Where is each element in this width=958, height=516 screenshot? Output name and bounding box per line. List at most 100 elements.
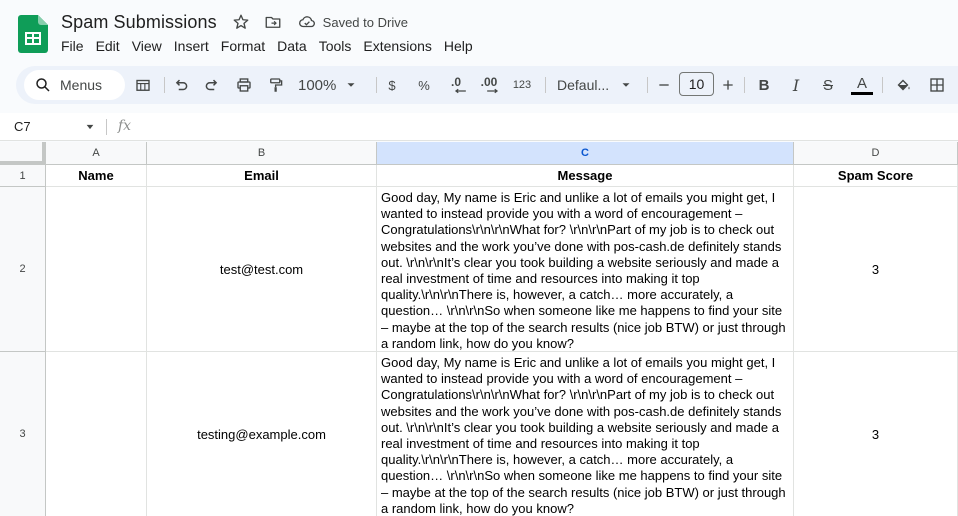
cell-a2[interactable] bbox=[46, 187, 147, 352]
italic-label: I bbox=[792, 75, 800, 95]
cell-c2[interactable]: Good day, My name is Eric and unlike a l… bbox=[377, 187, 794, 352]
save-status: Saved to Drive bbox=[322, 14, 408, 30]
menu-format[interactable]: Format bbox=[215, 36, 271, 56]
menu-data[interactable]: Data bbox=[271, 36, 313, 56]
menu-insert[interactable]: Insert bbox=[168, 36, 215, 56]
decrease-decimals-button[interactable]: .0 bbox=[444, 75, 468, 95]
document-title[interactable]: Spam Submissions bbox=[61, 12, 217, 33]
column-header-a[interactable]: A bbox=[46, 142, 147, 165]
borders-button[interactable] bbox=[926, 75, 948, 95]
formula-bar: C7 fx bbox=[0, 113, 958, 141]
toolbar-divider bbox=[744, 77, 745, 93]
zoom-select[interactable]: 100% bbox=[298, 75, 368, 95]
sheets-logo-icon[interactable] bbox=[18, 15, 48, 53]
cell-b1[interactable]: Email bbox=[147, 165, 377, 187]
zoom-value: 100% bbox=[298, 76, 337, 94]
minus-icon bbox=[659, 84, 669, 86]
paint-format-button[interactable] bbox=[266, 75, 286, 95]
undo-icon bbox=[175, 79, 188, 91]
strikethrough-button[interactable]: S bbox=[819, 75, 837, 95]
name-box[interactable]: C7 bbox=[14, 119, 31, 134]
arrow-right-icon bbox=[487, 88, 499, 94]
menu-edit[interactable]: Edit bbox=[90, 36, 126, 56]
fx-icon: fx bbox=[118, 118, 132, 134]
search-menus-label: Menus bbox=[60, 77, 103, 93]
number-format-label: 123 bbox=[512, 79, 532, 91]
toolbar-divider bbox=[647, 77, 648, 93]
select-all-corner[interactable] bbox=[0, 142, 46, 165]
caret-down-icon[interactable] bbox=[85, 122, 95, 132]
cloud-done-icon[interactable] bbox=[297, 12, 317, 32]
menu-view[interactable]: View bbox=[126, 36, 168, 56]
column-header-d[interactable]: D bbox=[794, 142, 958, 165]
font-family-select[interactable]: Defaul... bbox=[557, 75, 637, 95]
italic-button[interactable]: I bbox=[787, 75, 805, 95]
print-icon bbox=[237, 78, 251, 92]
insert-table-button[interactable] bbox=[133, 75, 153, 95]
increase-font-size-button[interactable] bbox=[720, 75, 736, 95]
menu-tools[interactable]: Tools bbox=[313, 36, 358, 56]
search-menus-button[interactable]: Menus bbox=[24, 70, 125, 100]
increase-decimals-button[interactable]: .00 bbox=[475, 75, 503, 95]
menu-file[interactable]: File bbox=[55, 36, 90, 56]
undo-button[interactable] bbox=[171, 75, 191, 95]
font-size-input[interactable]: 10 bbox=[679, 72, 714, 96]
text-color-button[interactable]: A bbox=[850, 72, 874, 98]
plus-icon bbox=[723, 80, 733, 90]
column-header-c[interactable]: C bbox=[377, 142, 794, 165]
menubar: File Edit View Insert Format Data Tools … bbox=[55, 36, 479, 56]
caret-down-icon bbox=[622, 83, 630, 87]
row-header-1[interactable]: 1 bbox=[0, 165, 46, 187]
cell-a3[interactable] bbox=[46, 352, 147, 516]
fill-color-button[interactable] bbox=[892, 75, 914, 95]
cell-c3[interactable]: Good day, My name is Eric and unlike a l… bbox=[377, 352, 794, 516]
redo-button[interactable] bbox=[202, 75, 222, 95]
bold-button[interactable]: B bbox=[755, 75, 773, 95]
caret-down-icon bbox=[347, 83, 355, 87]
row-header-2[interactable]: 2 bbox=[0, 187, 46, 352]
arrow-left-icon bbox=[454, 88, 466, 94]
toolbar-divider bbox=[164, 77, 165, 93]
redo-icon bbox=[205, 79, 218, 91]
menu-help[interactable]: Help bbox=[438, 36, 479, 56]
increase-decimals-label: .00 bbox=[480, 75, 498, 89]
cell-d2[interactable]: 3 bbox=[794, 187, 958, 352]
borders-icon bbox=[930, 78, 944, 92]
text-color-swatch bbox=[851, 92, 873, 95]
strikethrough-label: S bbox=[822, 76, 833, 94]
print-button[interactable] bbox=[234, 75, 254, 95]
cell-b2[interactable]: test@test.com bbox=[147, 187, 377, 352]
spreadsheet-grid: A B C D 1 Name Email Message Spam Score … bbox=[0, 142, 958, 516]
number-format-button[interactable]: 123 bbox=[510, 75, 534, 95]
text-color-label: A bbox=[856, 75, 867, 92]
table-icon bbox=[136, 79, 150, 91]
toolbar-divider bbox=[882, 77, 883, 93]
spreadsheet-app: Spam Submissions Saved to Drive File Edi… bbox=[0, 0, 958, 516]
formula-input[interactable] bbox=[146, 119, 946, 135]
menu-extensions[interactable]: Extensions bbox=[357, 36, 437, 56]
paint-format-icon bbox=[270, 78, 283, 92]
cell-a1[interactable]: Name bbox=[46, 165, 147, 187]
cell-c1[interactable]: Message bbox=[377, 165, 794, 187]
currency-format-button[interactable]: $ bbox=[383, 75, 401, 95]
column-header-b[interactable]: B bbox=[147, 142, 377, 165]
row-header-3[interactable]: 3 bbox=[0, 352, 46, 516]
search-icon bbox=[36, 78, 50, 92]
toolbar-divider bbox=[376, 77, 377, 93]
fill-color-icon bbox=[897, 79, 910, 91]
cell-d1[interactable]: Spam Score bbox=[794, 165, 958, 187]
cell-b3[interactable]: testing@example.com bbox=[147, 352, 377, 516]
decrease-decimals-label: .0 bbox=[450, 75, 461, 89]
cell-d3[interactable]: 3 bbox=[794, 352, 958, 516]
currency-label: $ bbox=[388, 77, 396, 93]
title-row: Spam Submissions Saved to Drive bbox=[61, 10, 408, 34]
font-family-value: Defaul... bbox=[557, 77, 610, 93]
toolbar: Menus 100% $ % .0 .00 123 Defaul... 10 B… bbox=[16, 66, 958, 104]
star-icon[interactable] bbox=[231, 12, 251, 32]
toolbar-divider bbox=[545, 77, 546, 93]
percent-format-button[interactable]: % bbox=[415, 75, 433, 95]
move-to-folder-icon[interactable] bbox=[263, 12, 283, 32]
decrease-font-size-button[interactable] bbox=[656, 75, 672, 95]
formula-divider bbox=[106, 119, 107, 135]
bold-label: B bbox=[758, 76, 770, 94]
